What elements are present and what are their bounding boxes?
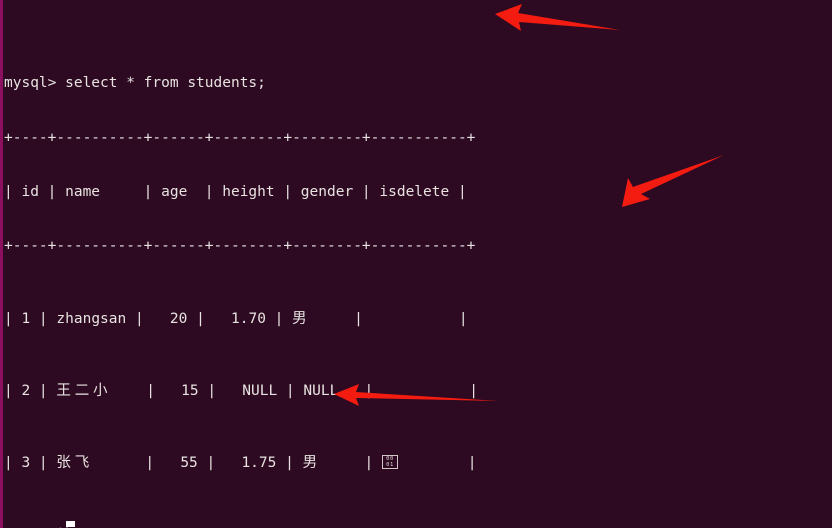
cell-gender: 男 <box>292 310 307 327</box>
cell-height: NULL <box>242 382 278 399</box>
cell-id: 1 <box>21 310 31 327</box>
terminal-screen[interactable]: mysql> select * from students; +----+---… <box>4 2 832 528</box>
sql-command: select * from students; <box>65 75 266 92</box>
cell-name-c1: 飞 <box>74 455 90 472</box>
cell-id: 2 <box>21 382 31 399</box>
table-row: | 2 | 王二小 | 15 | NULL | NULL | | <box>4 382 478 399</box>
control-char-glyph: 00 01 <box>381 455 398 470</box>
cell-height: 1.75 <box>241 455 277 472</box>
table-separator: +----+----------+------+--------+-------… <box>4 129 476 146</box>
cell-id: 3 <box>21 455 31 472</box>
prompt: mysql> <box>4 75 66 92</box>
cell-gender: NULL <box>303 382 339 399</box>
command-line: mysql> select * from students; <box>4 74 832 92</box>
table-header: | id | name | age | height | gender | is… <box>4 183 467 200</box>
cell-name-c2: 小 <box>93 382 108 399</box>
table-row: | 3 | 张飞 | 55 | 1.75 | 男 | 00 01 | <box>4 455 477 472</box>
cell-name-c0: 张 <box>56 455 71 472</box>
terminal-left-accent-stripe <box>0 0 3 528</box>
cell-name-c0: 王 <box>56 382 71 399</box>
terminal-window: mysql> select * from students; +----+---… <box>0 0 832 528</box>
terminal-cursor <box>66 521 75 527</box>
cell-name-c1: 二 <box>74 382 90 399</box>
cell-name: zhangsan <box>56 310 127 327</box>
table-row: | 1 | zhangsan | 20 | 1.70 | 男 | | <box>4 310 468 327</box>
cell-age: 15 <box>181 382 199 399</box>
cell-age: 55 <box>180 455 198 472</box>
table-separator: +----+----------+------+--------+-------… <box>4 238 476 255</box>
cell-age: 20 <box>169 310 188 327</box>
cell-height: 1.70 <box>231 310 266 327</box>
cell-gender: 男 <box>302 455 318 472</box>
